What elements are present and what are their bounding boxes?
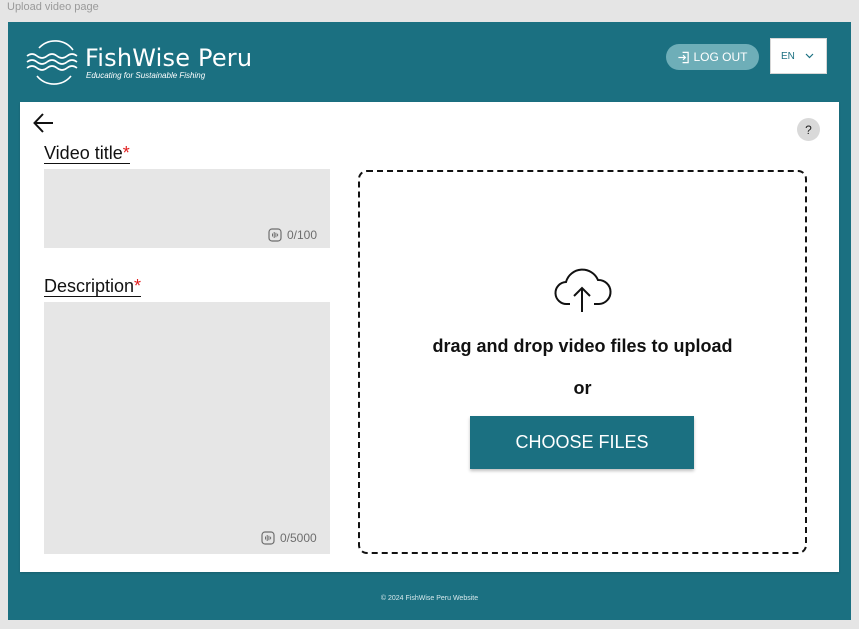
audio-wave-icon <box>268 228 282 242</box>
description-label: Description* <box>44 276 142 297</box>
description-label-text: Description <box>44 276 135 296</box>
login-icon <box>678 51 690 63</box>
chevron-down-icon <box>805 53 814 59</box>
or-separator: or <box>573 378 592 398</box>
footer-copyright: © 2024 FishWise Peru Website <box>380 595 479 602</box>
logout-button[interactable]: LOG OUT <box>666 44 759 70</box>
required-marker: * <box>122 143 130 163</box>
language-select[interactable]: EN <box>770 38 827 74</box>
file-dropzone[interactable]: drag and drop video files to upload or C… <box>358 170 807 554</box>
frame-label: Upload video page <box>7 1 99 13</box>
brand-logo[interactable]: FishWise Peru Educating for Sustainable … <box>25 36 252 88</box>
cloud-upload-icon <box>554 268 612 312</box>
brand-tagline: Educating for Sustainable Fishing <box>86 71 206 80</box>
required-marker: * <box>134 276 142 296</box>
app-window: FishWise Peru Educating for Sustainable … <box>8 22 851 620</box>
waves-logo-icon <box>26 40 78 85</box>
brand-name: FishWise Peru <box>85 44 253 72</box>
help-button[interactable]: ? <box>797 118 820 141</box>
video-title-label-text: Video title <box>44 143 123 163</box>
arrow-left-icon[interactable] <box>32 112 56 134</box>
audio-wave-icon <box>261 531 275 545</box>
drag-drop-text: drag and drop video files to upload <box>432 336 733 356</box>
logout-label: LOG OUT <box>693 50 748 64</box>
title-counter-value: 0/100 <box>287 228 318 242</box>
upload-card: ? Video title* 0/100 Description* 0/5000 <box>20 102 839 572</box>
choose-files-button[interactable]: CHOOSE FILES <box>470 416 694 469</box>
description-input[interactable] <box>44 302 330 554</box>
description-char-counter: 0/5000 <box>261 531 317 545</box>
description-counter-value: 0/5000 <box>280 531 317 545</box>
video-title-label: Video title* <box>44 143 130 164</box>
help-icon: ? <box>805 122 812 137</box>
brand-text: FishWise Peru Educating for Sustainable … <box>85 44 252 80</box>
title-char-counter: 0/100 <box>268 228 317 242</box>
language-value: EN <box>781 50 795 62</box>
